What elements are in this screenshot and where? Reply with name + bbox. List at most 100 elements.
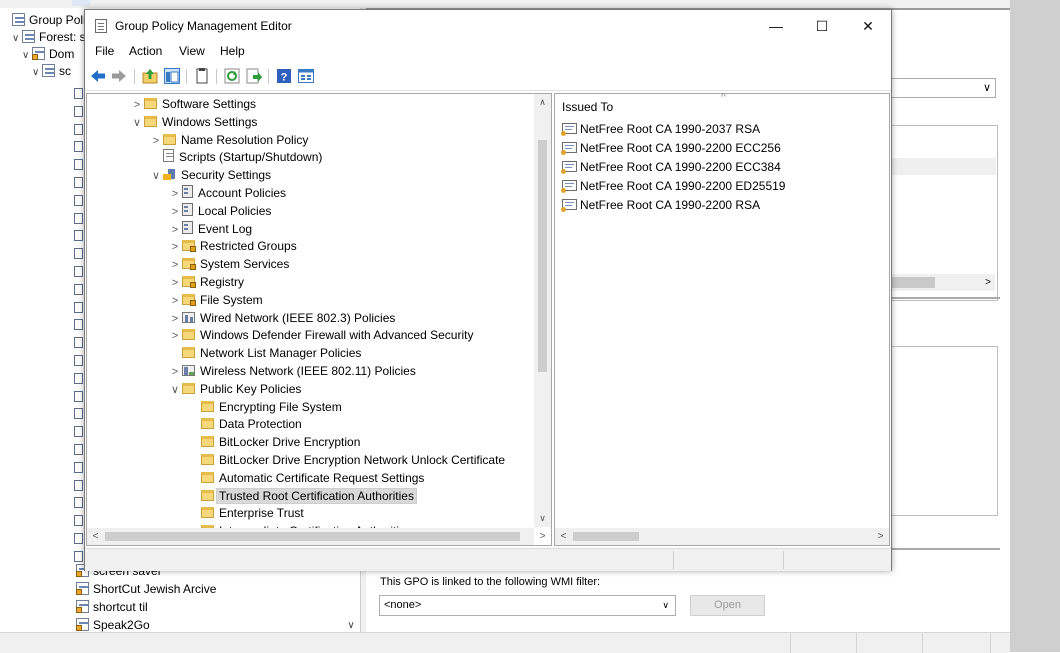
tree-item[interactable]: Data Protection — [187, 415, 302, 433]
tree-item[interactable]: ∨ Public Key Policies — [168, 380, 301, 398]
certificate-row[interactable]: NetFree Root CA 1990-2200 ECC384 — [561, 158, 781, 176]
tree-item[interactable]: > Wired Network (IEEE 802.3) Policies — [168, 309, 396, 328]
chevron-down-icon[interactable]: ∨ — [149, 167, 163, 185]
tree-vscroll-thumb[interactable] — [538, 140, 547, 372]
chevron-right-icon[interactable]: > — [149, 132, 163, 150]
list-hscroll-thumb[interactable] — [573, 532, 639, 541]
forward-icon[interactable] — [111, 68, 127, 84]
chevron-right-icon[interactable]: > — [168, 327, 182, 345]
tree-item[interactable]: Trusted Root Certification Authorities — [187, 487, 417, 505]
export-icon[interactable] — [246, 68, 262, 84]
tree-item[interactable]: Encrypting File System — [187, 398, 342, 416]
chevron-right-icon[interactable]: > — [168, 203, 182, 221]
chevron-right-icon[interactable]: > — [168, 256, 182, 274]
scroll-right-button[interactable]: > — [534, 528, 551, 545]
tree-item[interactable]: > Windows Defender Firewall with Advanced… — [168, 326, 474, 345]
chevron-right-icon[interactable]: > — [168, 221, 182, 239]
certificate-row[interactable]: NetFree Root CA 1990-2200 RSA — [561, 196, 760, 214]
tree-item[interactable]: > Wireless Network (IEEE 802.11) Policies — [168, 362, 416, 380]
tree-item[interactable]: Scripts (Startup/Shutdown) — [149, 148, 322, 166]
chevron-right-icon[interactable]: > — [130, 96, 144, 114]
list-horizontal-scrollbar[interactable]: < > — [555, 528, 889, 545]
chevron-right-icon[interactable]: > — [168, 238, 182, 256]
help-icon[interactable]: ? — [276, 68, 292, 84]
properties-icon[interactable] — [298, 68, 314, 84]
column-header-issued-to[interactable]: Issued To ^ — [555, 94, 889, 116]
tree-item[interactable]: > Local Policies — [168, 202, 271, 220]
tree-hscroll-thumb[interactable] — [105, 532, 520, 541]
expander-icon[interactable]: ∨ — [22, 47, 32, 64]
tree-item[interactable]: > Name Resolution Policy — [149, 131, 309, 150]
certificate-icon — [561, 199, 577, 212]
tree-item[interactable]: Network List Manager Policies — [168, 344, 361, 362]
tree-item[interactable]: > Software Settings — [130, 95, 256, 113]
certificate-row[interactable]: NetFree Root CA 1990-2200 ECC256 — [561, 139, 781, 157]
scroll-left-button[interactable]: < — [87, 528, 104, 545]
menu-view[interactable]: View — [179, 44, 205, 58]
background-tree-item[interactable]: ∨ sc — [32, 63, 71, 80]
tree-horizontal-scrollbar[interactable]: < > — [87, 528, 545, 545]
gpo-link-icon — [74, 105, 83, 117]
title-bar[interactable]: Group Policy Management Editor — ☐ ✕ — [85, 10, 891, 42]
open-button[interactable]: Open — [690, 595, 765, 616]
background-hscroll-right[interactable]: > — [985, 274, 991, 291]
menu-file[interactable]: File — [95, 44, 114, 58]
minimize-button[interactable]: — — [753, 10, 799, 42]
copy-icon[interactable] — [194, 68, 210, 84]
tree-item-label: Account Policies — [198, 186, 287, 200]
scroll-left-button[interactable]: < — [555, 528, 572, 545]
chevron-right-icon[interactable]: > — [168, 363, 182, 381]
certificate-icon — [561, 123, 577, 136]
tree-item[interactable]: > Registry — [168, 273, 244, 291]
tree-item[interactable]: Enterprise Trust — [187, 504, 304, 522]
certificate-row[interactable]: NetFree Root CA 1990-2200 ED25519 — [561, 177, 785, 195]
close-button[interactable]: ✕ — [845, 10, 891, 42]
background-combo[interactable]: ∨ — [888, 78, 996, 98]
up-icon[interactable] — [142, 68, 158, 84]
tree-item[interactable]: BitLocker Drive Encryption Network Unloc… — [187, 451, 505, 469]
menu-action[interactable]: Action — [129, 44, 162, 58]
chevron-down-icon[interactable]: ∨ — [130, 114, 144, 132]
background-hscroll-thumb[interactable] — [889, 277, 935, 288]
scroll-down-button[interactable]: ∨ — [534, 510, 551, 527]
chevron-down-icon[interactable]: ∨ — [662, 596, 669, 615]
background-tree-item[interactable]: ∨ Dom — [22, 46, 74, 63]
gpo-link-icon — [74, 194, 83, 206]
tree-item[interactable]: > File System — [168, 291, 263, 309]
tree-vertical-scrollbar[interactable]: ∧ ∨ — [534, 94, 551, 527]
scroll-up-button[interactable]: ∧ — [534, 94, 551, 111]
tree-item[interactable]: ∨ Windows Settings — [130, 113, 257, 131]
scroll-right-button[interactable]: > — [872, 528, 889, 545]
gpo-icon — [42, 64, 55, 77]
tree-item[interactable]: ∨ Security Settings — [149, 166, 271, 184]
gpo-link-icon — [74, 301, 83, 313]
chevron-right-icon[interactable]: > — [168, 310, 182, 328]
tree-item[interactable]: > Restricted Groups — [168, 237, 297, 255]
background-gpo-item[interactable]: ShortCut Jewish Arcive — [76, 581, 216, 598]
chevron-right-icon[interactable]: > — [168, 185, 182, 203]
chevron-right-icon[interactable]: > — [168, 292, 182, 310]
chevron-down-icon[interactable]: ∨ — [168, 381, 182, 399]
back-icon[interactable] — [90, 68, 106, 84]
certificate-row[interactable]: NetFree Root CA 1990-2037 RSA — [561, 120, 760, 138]
chevron-right-icon[interactable]: > — [168, 274, 182, 292]
expander-icon[interactable]: ∨ — [32, 64, 42, 81]
tree-item[interactable]: > Event Log — [168, 220, 252, 238]
tree-item[interactable]: > Account Policies — [168, 184, 286, 202]
show-hide-tree-icon[interactable] — [164, 68, 180, 84]
expander-icon[interactable]: ∨ — [12, 30, 22, 47]
background-tree-item[interactable]: ∨ Forest: sc — [12, 29, 92, 46]
forest-icon — [22, 30, 35, 43]
background-hscroll[interactable]: > — [889, 274, 995, 291]
tree-item[interactable]: > System Services — [168, 255, 290, 274]
tree-item[interactable]: Automatic Certificate Request Settings — [187, 469, 424, 487]
gpo-link-icon — [74, 479, 83, 491]
menu-help[interactable]: Help — [220, 44, 245, 58]
wmi-filter-dropdown[interactable]: <none> ∨ — [379, 595, 676, 616]
maximize-button[interactable]: ☐ — [799, 10, 845, 42]
tree-item-label: Trusted Root Certification Authorities — [216, 487, 417, 504]
refresh-icon[interactable] — [224, 68, 240, 84]
background-divider — [888, 548, 1000, 550]
background-gpo-item[interactable]: shortcut til — [76, 599, 148, 616]
tree-item[interactable]: BitLocker Drive Encryption — [187, 433, 360, 451]
